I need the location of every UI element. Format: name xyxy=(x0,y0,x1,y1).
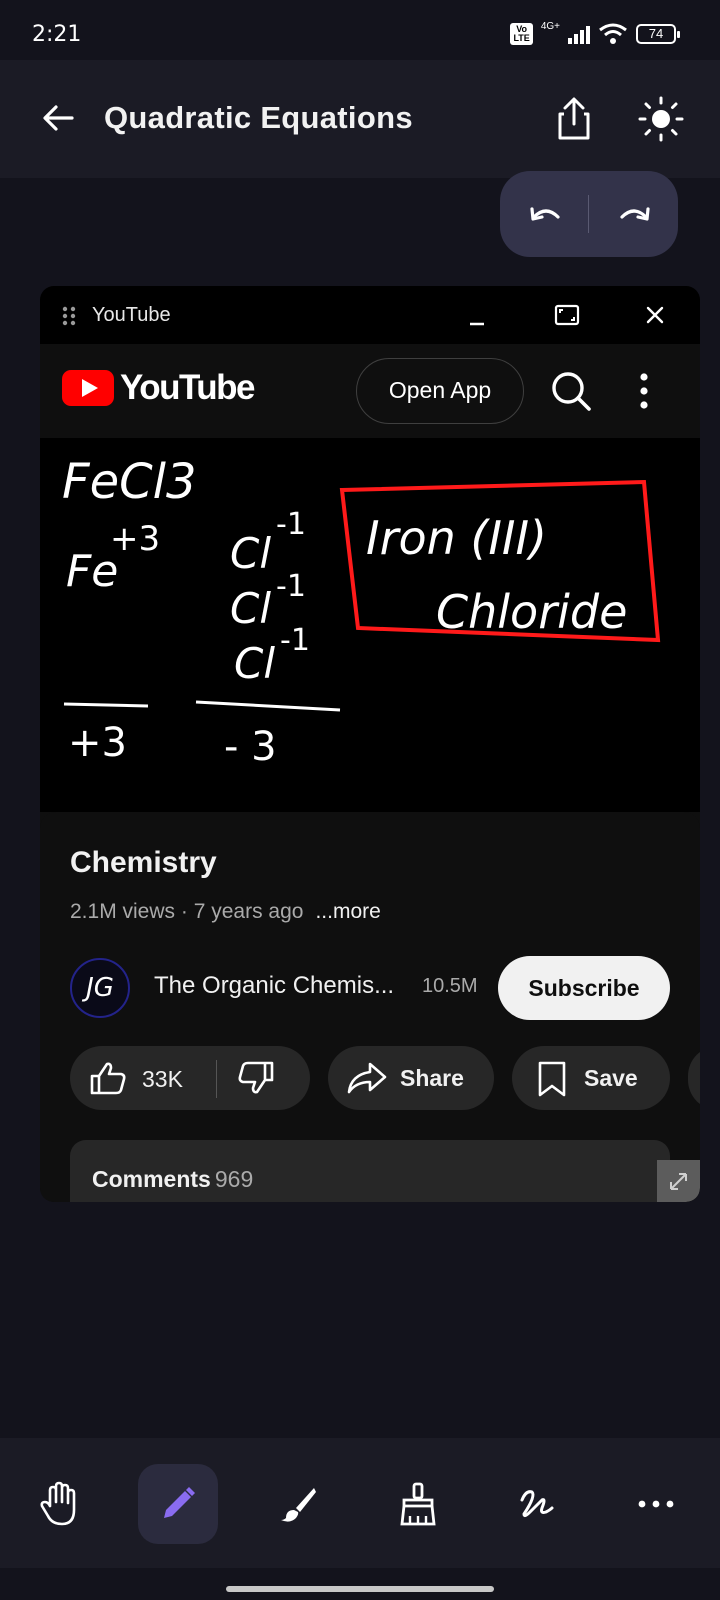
comments-header: Comments 969 xyxy=(92,1166,253,1193)
share-arrow-icon xyxy=(347,1062,387,1094)
like-dislike-group: 33K xyxy=(70,1046,310,1110)
divider xyxy=(216,1060,217,1098)
volte-icon: Vo LTE xyxy=(510,23,533,45)
channel-avatar[interactable]: JG xyxy=(70,958,130,1018)
comments-count: 969 xyxy=(214,1166,254,1192)
window-title: YouTube xyxy=(92,304,171,326)
anion-charge-1: -1 xyxy=(276,507,306,542)
open-app-button[interactable]: Open App xyxy=(356,358,524,424)
video-player[interactable]: FeCl3 Fe +3 Cl -1 Cl -1 Cl -1 +3 - 3 Iro… xyxy=(40,438,700,812)
resize-handle[interactable] xyxy=(657,1160,700,1202)
eraser-tool[interactable] xyxy=(378,1464,458,1544)
brush-icon xyxy=(281,1488,316,1522)
more-actions-button[interactable] xyxy=(688,1046,700,1110)
subscriber-count: 10.5M xyxy=(422,975,478,997)
resize-diagonal-icon xyxy=(670,1173,687,1190)
comments-card[interactable]: Comments 969 xyxy=(70,1140,670,1202)
drawing-toolbar xyxy=(0,1438,720,1568)
youtube-logo[interactable]: YouTube xyxy=(62,368,256,408)
more-vertical-icon[interactable] xyxy=(634,368,654,414)
undo-redo-group xyxy=(500,171,678,257)
anion-total-text: - 3 xyxy=(224,724,277,770)
divider xyxy=(588,195,589,233)
compound-name-line1: Iron (III) xyxy=(366,511,547,565)
status-bar: 2:21 Vo LTE 4G+ 74 xyxy=(0,0,720,60)
view-count: 2.1M views xyxy=(70,900,176,923)
video-info: Chemistry 2.1M views · 7 years ago ...mor… xyxy=(40,812,700,1202)
bookmark-icon xyxy=(538,1061,566,1097)
close-icon[interactable] xyxy=(640,300,670,330)
share-upload-icon[interactable] xyxy=(552,94,596,142)
video-meta: 2.1M views · 7 years ago ...more xyxy=(70,900,381,923)
window-header[interactable]: YouTube xyxy=(40,286,700,344)
pen-icon xyxy=(164,1487,195,1518)
save-label: Save xyxy=(584,1065,638,1091)
wifi-icon xyxy=(599,23,627,44)
back-arrow-icon[interactable] xyxy=(36,96,80,140)
page-title: Quadratic Equations xyxy=(104,100,413,135)
status-indicators: Vo LTE 4G+ 74 xyxy=(510,20,680,46)
app-bar: Quadratic Equations xyxy=(0,60,720,178)
save-button[interactable]: Save xyxy=(512,1046,670,1110)
more-horizontal-icon xyxy=(638,1500,674,1508)
status-time: 2:21 xyxy=(32,22,82,47)
youtube-play-icon xyxy=(62,370,114,406)
hand-icon xyxy=(40,1481,76,1526)
cation-total-text: +3 xyxy=(68,720,127,766)
pen-tool[interactable] xyxy=(138,1464,218,1544)
sun-icon[interactable] xyxy=(638,96,684,142)
anion-text-1: Cl xyxy=(230,529,271,578)
brush-tool[interactable] xyxy=(258,1464,338,1544)
eraser-icon xyxy=(400,1482,436,1526)
anion-text-2: Cl xyxy=(230,584,271,633)
cation-sum-line xyxy=(63,702,149,708)
comments-label: Comments xyxy=(92,1166,211,1192)
youtube-logo-text: YouTube xyxy=(120,368,256,407)
youtube-floating-window: YouTube YouTube Open App FeCl3 Fe +3 Cl … xyxy=(40,286,700,1202)
share-button[interactable]: Share xyxy=(328,1046,494,1110)
anion-sum-line xyxy=(195,700,341,712)
upload-age: 7 years ago xyxy=(193,900,304,923)
more-tools-button[interactable] xyxy=(616,1464,696,1544)
drag-handle-icon[interactable] xyxy=(62,306,76,326)
whiteboard-drawing: FeCl3 Fe +3 Cl -1 Cl -1 Cl -1 +3 - 3 Iro… xyxy=(62,454,661,770)
search-icon[interactable] xyxy=(548,368,594,414)
video-title[interactable]: Chemistry xyxy=(70,846,217,880)
anion-text-3: Cl xyxy=(234,639,275,688)
redo-icon[interactable] xyxy=(614,195,654,235)
scribble-tool[interactable] xyxy=(496,1464,576,1544)
subscribe-button[interactable]: Subscribe xyxy=(498,956,670,1020)
scribble-icon xyxy=(520,1490,554,1518)
minimize-icon[interactable] xyxy=(462,300,492,330)
formula-text: FeCl3 xyxy=(62,454,197,510)
cation-charge-text: +3 xyxy=(110,519,160,559)
undo-icon[interactable] xyxy=(526,195,566,235)
like-count: 33K xyxy=(142,1066,183,1092)
thumbs-down-icon[interactable] xyxy=(236,1060,276,1096)
hand-tool[interactable] xyxy=(20,1464,100,1544)
battery-icon: 74 xyxy=(636,24,680,44)
more-link[interactable]: ...more xyxy=(315,900,380,923)
share-label: Share xyxy=(400,1065,464,1091)
youtube-header: YouTube Open App xyxy=(40,344,700,438)
signal-icon xyxy=(568,24,590,44)
maximize-icon[interactable] xyxy=(552,300,582,330)
anion-charge-3: -1 xyxy=(280,623,310,658)
channel-name[interactable]: The Organic Chemis... xyxy=(154,972,394,1000)
home-indicator[interactable] xyxy=(226,1586,494,1592)
network-type: 4G+ xyxy=(540,20,560,32)
thumbs-up-icon[interactable] xyxy=(88,1060,128,1096)
anion-charge-2: -1 xyxy=(276,569,306,604)
